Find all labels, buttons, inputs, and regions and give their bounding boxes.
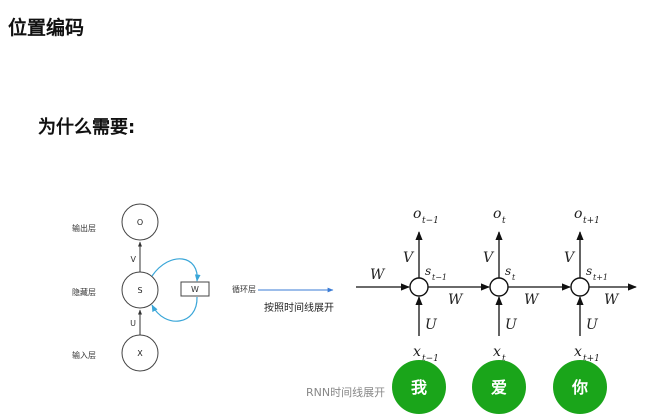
weight-u-label: U [130,319,136,328]
o-label-1: o [413,206,421,222]
s-label-1: s [425,264,431,278]
v-label-2: V [483,250,495,266]
input-layer-label: 输入层 [72,350,96,360]
x-label-1: x [413,344,421,360]
weight-w-label: W [191,285,199,294]
o-sub-3: t+1 [583,216,600,226]
s-label-3: s [586,264,592,278]
w-between-1-label: W [448,292,464,308]
hidden-layer-label: 隐藏层 [72,287,96,297]
u-label-1: U [425,317,438,333]
output-layer-label: 输出层 [72,223,96,233]
loop-arrow-out [151,258,201,282]
unfold-label: 按照时间线展开 [264,301,334,314]
o-sub-2: t [502,216,506,226]
o-label-3: o [574,206,582,222]
node-o-label: O [137,218,143,227]
u-label-3: U [586,317,599,333]
unfolded-timeline: WW W WVUo t−1s t−1x t−1VUo ts tx tVUo t+1s t+1x t+1 [356,206,637,364]
word-2: 爱 [491,378,507,397]
loop-arrow-in [151,296,198,322]
v-label-3: V [564,250,576,266]
s-label-2: s [505,264,511,278]
word-1: 我 [411,378,427,397]
s-sub-3: t+1 [593,273,608,282]
s-sub-2: t [512,273,516,282]
x-label-3: x [574,344,582,360]
state-node-2 [489,277,509,297]
rnn-diagram: 输出层 隐藏层 输入层 O S X V U W 循环层 按照时间线展开 W W W W… [72,203,637,414]
caption: RNN时间线展开 [306,385,385,399]
state-node-1 [409,277,429,297]
o-label-2: o [493,206,501,222]
w-out-label: W [604,292,620,308]
node-s-label: S [137,286,142,295]
w-between-2-label: W [524,292,540,308]
state-node-3 [570,277,590,297]
u-label-2: U [505,317,518,333]
x-label-2: x [493,344,501,360]
weight-v-label: V [131,255,137,264]
o-sub-1: t−1 [422,216,439,226]
recurrent-layer-label: 循环层 [232,284,256,294]
word-3: 你 [571,378,588,397]
w-in-label: W [370,267,386,283]
v-label-1: V [403,250,415,266]
node-x-label: X [137,349,143,358]
s-sub-1: t−1 [432,273,447,282]
